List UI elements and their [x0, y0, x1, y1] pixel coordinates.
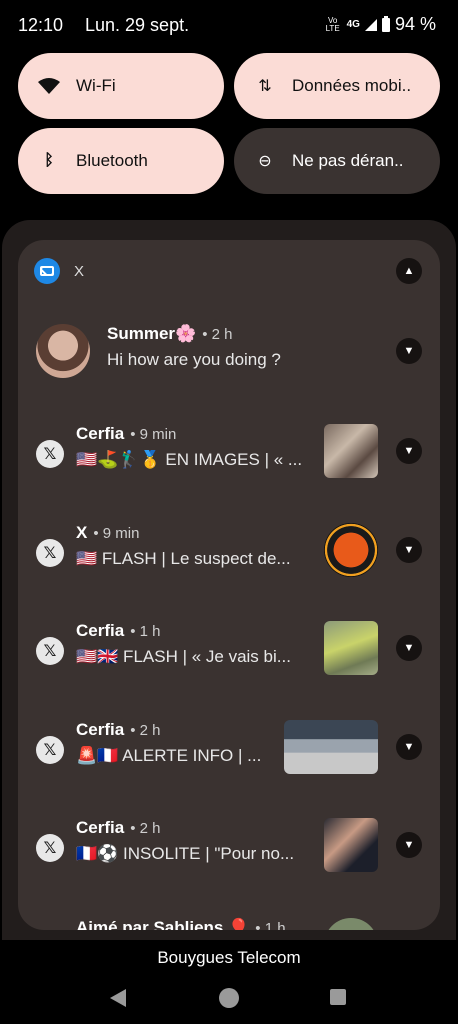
- tile-label: Données mobi..: [292, 76, 412, 95]
- tile-do-not-disturb[interactable]: ⊖ Ne pas déran..: [234, 128, 440, 194]
- notification-item[interactable]: 𝕏 X • 9 min 🇺🇸 FLASH | Le suspect de... …: [18, 523, 440, 613]
- notification-item[interactable]: 𝕏 Cerfia • 1 h 🇺🇸🇬🇧 FLASH | « Je vais bi…: [18, 621, 440, 711]
- tile-bluetooth[interactable]: ᛒ Bluetooth: [18, 128, 224, 194]
- do-not-disturb-icon: ⊖: [258, 153, 272, 170]
- app-header: X: [34, 258, 84, 284]
- notification-thumbnail: [324, 818, 378, 872]
- notification-thumbnail: [324, 918, 378, 930]
- notification-group-x[interactable]: X ▲ Summer🌸 • 2 h Hi how are you doing ?…: [18, 240, 440, 930]
- x-logo-icon: 𝕏: [36, 440, 64, 468]
- home-icon[interactable]: [219, 988, 239, 1008]
- notification-title: Summer🌸: [107, 324, 197, 343]
- battery-percent: 94 %: [394, 14, 436, 34]
- app-name: X: [74, 262, 85, 280]
- recents-icon[interactable]: [330, 989, 346, 1005]
- notification-text: 🇫🇷⚽ INSOLITE | "Pour no...: [76, 844, 295, 863]
- notification-text: 🇺🇸⛳🏌️‍♂️🥇 EN IMAGES | « ...: [76, 450, 303, 469]
- collapse-button[interactable]: ▲: [396, 258, 422, 284]
- battery-icon: [381, 15, 390, 32]
- back-icon[interactable]: [110, 989, 126, 1007]
- mobile-data-icon: ⇅: [258, 78, 272, 95]
- notification-time: • 9 min: [130, 426, 177, 443]
- wifi-icon: [36, 78, 62, 94]
- expand-button[interactable]: ▼: [396, 537, 422, 563]
- notification-header: Aimé par Sabliens 🎈 • 1 h: [76, 918, 286, 930]
- notification-text: 🇺🇸 FLASH | Le suspect de...: [76, 549, 291, 568]
- notification-time: • 2 h: [130, 820, 161, 837]
- notification-title: Cerfia: [76, 621, 125, 640]
- carrier-label: Bouygues Telecom: [157, 948, 301, 967]
- notification-text: 🇺🇸🇬🇧 FLASH | « Je vais bi...: [76, 647, 291, 666]
- volte-indicator: Vo LTE: [325, 15, 340, 33]
- notification-item[interactable]: 𝕏 Cerfia • 9 min 🇺🇸⛳🏌️‍♂️🥇 EN IMAGES | «…: [18, 424, 440, 514]
- notification-header: Cerfia • 2 h: [76, 818, 160, 838]
- signal-icon: [364, 18, 377, 31]
- notification-title: Cerfia: [76, 424, 125, 443]
- notification-title: Aimé par Sabliens 🎈: [76, 918, 250, 930]
- notification-item[interactable]: Summer🌸 • 2 h Hi how are you doing ? ▼: [18, 324, 440, 414]
- notification-header: Cerfia • 2 h: [76, 720, 160, 740]
- notification-time: • 1 h: [255, 920, 286, 930]
- tile-label: Bluetooth: [76, 151, 148, 170]
- status-time: 12:10: [18, 15, 64, 35]
- notification-header: Cerfia • 1 h: [76, 621, 160, 641]
- profile-photo: [36, 324, 90, 378]
- cerfia-logo-icon: [324, 523, 378, 577]
- notification-text: Hi how are you doing ?: [107, 350, 281, 369]
- mail-icon: [34, 258, 60, 284]
- notification-item[interactable]: 𝕏 Cerfia • 2 h 🇫🇷⚽ INSOLITE | "Pour no..…: [18, 818, 440, 908]
- notification-header: Summer🌸 • 2 h: [107, 324, 232, 344]
- status-bar: 12:10 Lun. 29 sept. Vo LTE 4G 94 %: [0, 0, 458, 50]
- notification-time: • 1 h: [130, 623, 161, 640]
- notification-thumbnail: [324, 424, 378, 478]
- expand-button[interactable]: ▼: [396, 338, 422, 364]
- expand-button[interactable]: ▼: [396, 832, 422, 858]
- notification-thumbnail: [324, 621, 378, 675]
- notification-title: Cerfia: [76, 818, 125, 837]
- notification-item[interactable]: Aimé par Sabliens 🎈 • 1 h: [18, 918, 440, 930]
- notification-header: Cerfia • 9 min: [76, 424, 176, 444]
- notification-time: • 2 h: [130, 722, 161, 739]
- notification-text: 🚨🇫🇷 ALERTE INFO | ...: [76, 746, 262, 765]
- notification-item[interactable]: 𝕏 Cerfia • 2 h 🚨🇫🇷 ALERTE INFO | ... ▼: [18, 720, 440, 810]
- x-logo-icon: 𝕏: [36, 637, 64, 665]
- system-icons: Vo LTE 4G 94 %: [324, 14, 436, 35]
- expand-button[interactable]: ▼: [396, 734, 422, 760]
- notification-title: Cerfia: [76, 720, 125, 739]
- bluetooth-icon: ᛒ: [44, 152, 54, 169]
- tile-label: Ne pas déran..: [292, 151, 404, 170]
- notification-header: X • 9 min: [76, 523, 139, 543]
- notification-time: • 2 h: [202, 326, 233, 343]
- x-logo-icon: 𝕏: [36, 539, 64, 567]
- expand-button[interactable]: ▼: [396, 438, 422, 464]
- expand-button[interactable]: ▼: [396, 635, 422, 661]
- tile-mobile-data[interactable]: ⇅ Données mobi..: [234, 53, 440, 119]
- navigation-bar: [0, 984, 458, 1014]
- notification-title: X: [76, 523, 88, 542]
- x-logo-icon: 𝕏: [36, 834, 64, 862]
- tile-label: Wi-Fi: [76, 76, 116, 95]
- notification-time: • 9 min: [93, 525, 140, 542]
- status-date: Lun. 29 sept.: [85, 15, 190, 35]
- notification-thumbnail: [284, 720, 378, 774]
- network-type: 4G: [346, 19, 360, 30]
- x-logo-icon: 𝕏: [36, 736, 64, 764]
- tile-wifi[interactable]: Wi-Fi: [18, 53, 224, 119]
